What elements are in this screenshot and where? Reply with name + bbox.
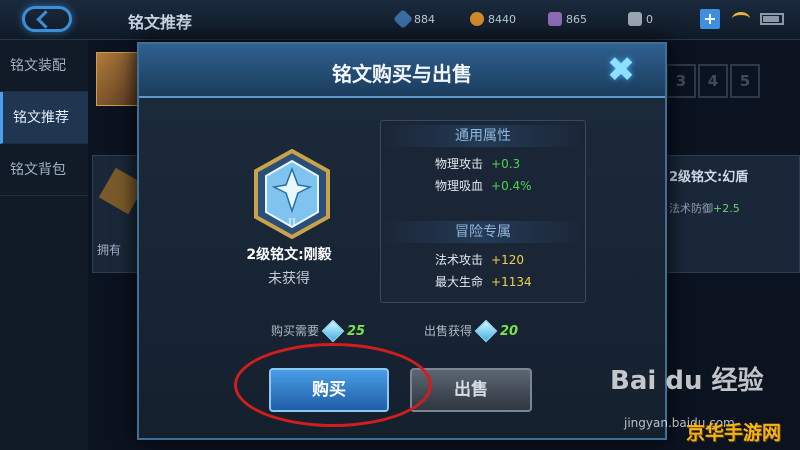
diamond-counter: 884 [393,9,435,29]
attr-name: 物理攻击 [435,157,484,171]
add-currency-button[interactable]: + [700,9,720,29]
rune-name: 2级铭文:刚毅 [246,247,332,263]
attribute-panel: 通用属性 物理攻击 +0.3 物理吸血 +0.4% 冒险专属 法术攻击 +120 最大… [380,120,586,303]
hero-avatar[interactable] [96,52,140,106]
slot-4[interactable]: 4 [698,64,728,98]
top-bar: 铭文推荐 884 8440 865 0 + [0,0,800,40]
close-icon[interactable]: ✖ [601,50,641,90]
attr-value: +120 [491,253,524,267]
rune-title: 2级铭文:幻盾 [669,170,749,185]
rune-attr: 法术防御+2.5 [669,200,740,216]
battery-icon [760,13,784,25]
card-value: 0 [646,13,653,26]
sell-reward: 出售获得 20 [424,319,519,343]
sell-reward-label: 出售获得 [424,324,473,338]
rune-status: 未获得 [268,271,310,287]
blue-diamond-icon [393,9,413,29]
slot-5[interactable]: 5 [730,64,760,98]
slot-3[interactable]: 3 [666,64,696,98]
attr-value: +1134 [491,275,532,289]
crystal-icon [321,319,345,343]
rune-attr-name: 法术防御 [669,202,713,215]
gold-coin-icon [470,12,484,26]
gold-value: 8440 [488,13,516,26]
baidu-watermark: Bai du 经验 [610,366,764,396]
page-title: 铭文推荐 [128,13,193,32]
gem-value: 865 [566,13,587,26]
buy-cost-label: 购买需要 [271,324,320,338]
site-watermark: 京华手游网 [686,422,782,444]
crystal-icon [474,319,498,343]
attr-row: 最大生命 +1134 [435,273,532,290]
buy-cost: 购买需要 25 [271,319,366,343]
gold-counter: 8440 [470,12,516,26]
wifi-icon [732,12,750,26]
purple-gem-icon [548,12,562,26]
attr-row: 物理吸血 +0.4% [435,177,532,194]
attr-value: +0.3 [491,157,521,171]
rune-slot-tabs: 345 [666,64,762,98]
attr-name: 物理吸血 [435,179,484,193]
gem-counter: 865 [548,12,587,26]
sidebar-item-rune-equip[interactable]: 铭文装配 [0,40,88,92]
attr-name: 最大生命 [435,275,484,289]
card-icon [628,12,642,26]
rune-level-mark: II [288,218,296,229]
buy-cost-value: 25 [347,324,366,339]
back-button[interactable] [22,6,72,32]
highlight-circle [234,343,432,427]
sidebar-item-rune-bag[interactable]: 铭文背包 [0,144,88,196]
attr-row: 法术攻击 +120 [435,251,524,268]
general-attr-title: 通用属性 [381,125,585,147]
rune-emblem-icon: II [254,149,330,239]
adventure-attr-title: 冒险专属 [381,221,585,243]
sell-reward-value: 20 [500,324,519,339]
attr-value: +0.4% [491,179,532,193]
dialog-header: 铭文购买与出售 ✖ [139,44,665,98]
dialog-title: 铭文购买与出售 [332,62,472,86]
card-counter: 0 [628,12,653,26]
rune-attr-value: +2.5 [713,202,740,215]
background-rune-card[interactable]: 拥有 [92,155,146,273]
background-rune-card-right[interactable]: 2级铭文:幻盾 法术防御+2.5 [650,155,800,273]
sidebar: 铭文装配 铭文推荐 铭文背包 [0,40,88,450]
owned-label: 拥有 [97,243,122,257]
attr-name: 法术攻击 [435,253,484,267]
diamond-value: 884 [414,13,435,26]
sidebar-item-rune-recommend[interactable]: 铭文推荐 [0,92,88,144]
attr-row: 物理攻击 +0.3 [435,155,520,172]
